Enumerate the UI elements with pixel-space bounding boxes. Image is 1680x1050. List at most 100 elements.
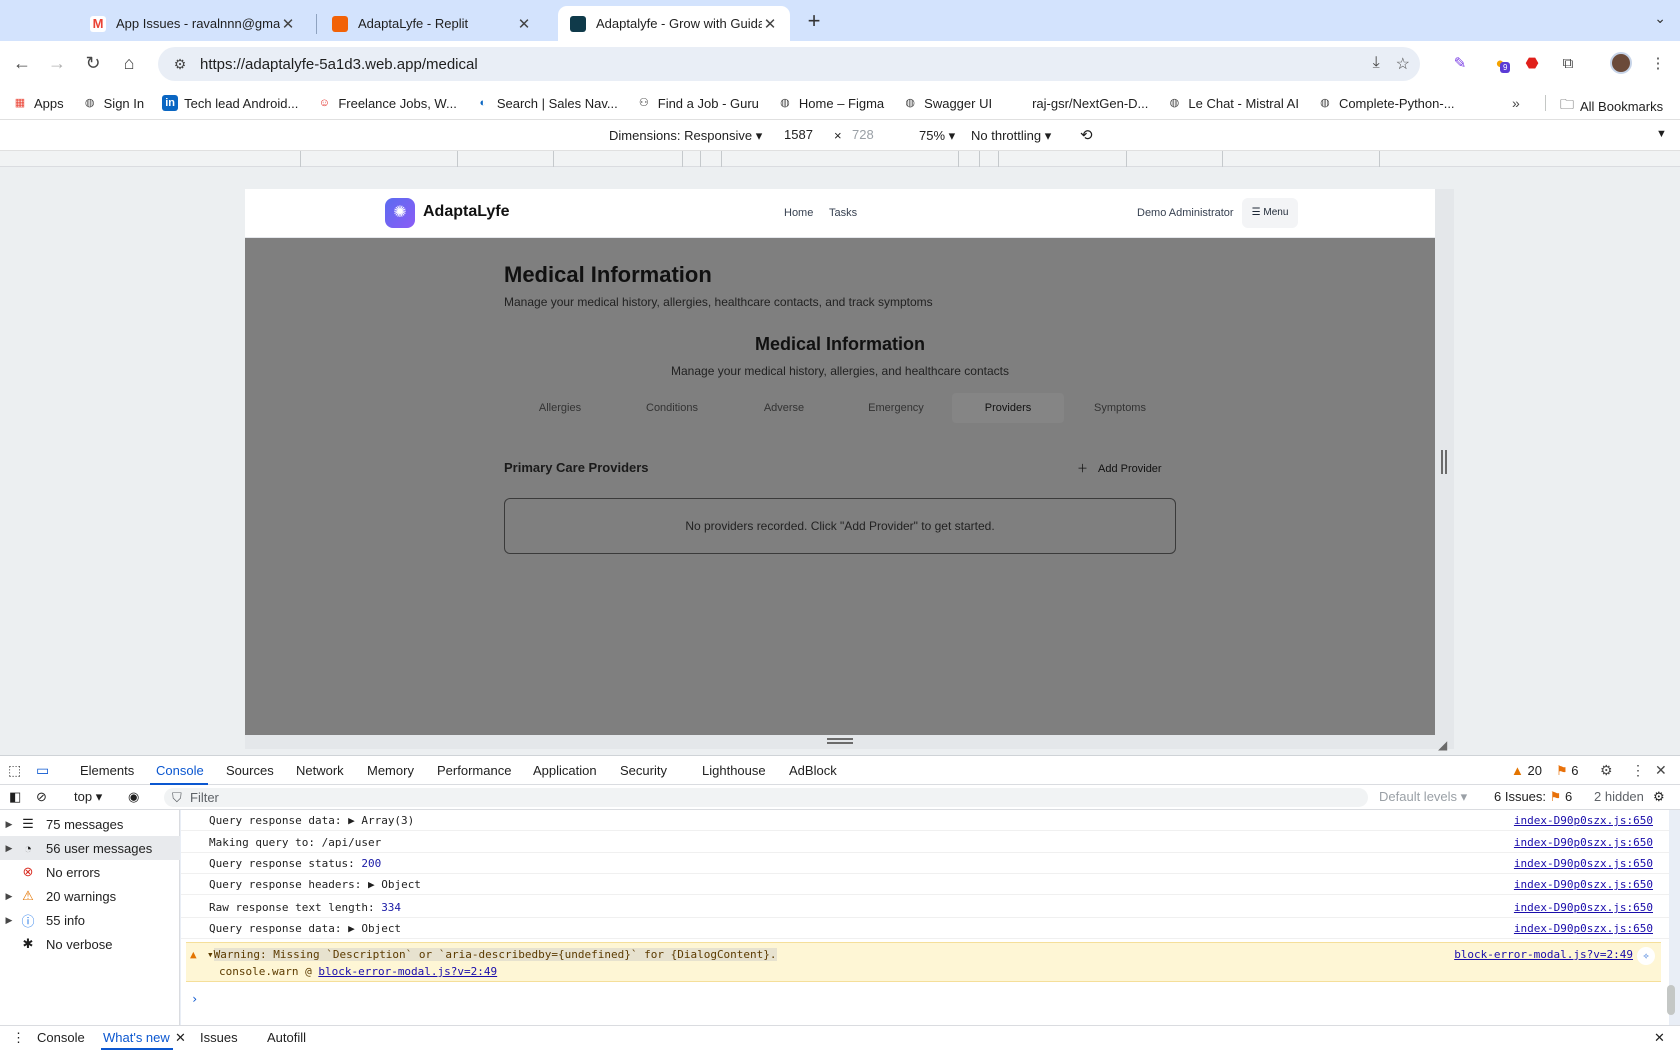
drawer-tab-console[interactable]: Console <box>37 1030 85 1045</box>
log-source-link[interactable]: index-D90p0szx.js:650 <box>1514 836 1653 849</box>
home-icon[interactable]: ⌂ <box>117 52 141 76</box>
warnings-counter[interactable]: ▲ 20 <box>1511 763 1542 778</box>
bookmark-nextgen[interactable]: raj-gsr/NextGen-D... <box>1010 95 1148 111</box>
browser-tab-adaptalyfe[interactable]: Adaptalyfe - Grow with Guida ✕ <box>558 6 790 41</box>
panel-console[interactable]: Console <box>156 763 204 778</box>
live-expression-eye-icon[interactable]: ◉ <box>128 789 139 805</box>
tab-allergies[interactable]: Allergies <box>504 393 616 423</box>
sidebar-toggle-icon[interactable]: ◧ <box>9 789 21 805</box>
bookmark-figma[interactable]: ◍ Home – Figma <box>777 95 884 111</box>
extension-badge-icon[interactable]: ●9 <box>1488 52 1512 76</box>
width-input[interactable]: 1587 <box>780 125 832 145</box>
reload-icon[interactable]: ↻ <box>81 52 105 76</box>
kebab-menu-icon[interactable]: ⋮ <box>1646 52 1670 76</box>
close-icon[interactable]: ✕ <box>516 15 532 33</box>
sidebar-item-errors[interactable]: ⊗ No errors <box>0 860 180 884</box>
address-bar[interactable]: ⚙ https://adaptalyfe-5a1d3.web.app/medic… <box>158 47 1420 81</box>
panel-security[interactable]: Security <box>620 763 667 778</box>
bookmark-python[interactable]: ◍ Complete-Python-... <box>1317 95 1454 111</box>
tab-search-chevron-icon[interactable]: ⌄ <box>1654 10 1666 27</box>
log-source-link[interactable]: index-D90p0szx.js:650 <box>1514 922 1653 935</box>
dimensions-dropdown[interactable]: Dimensions: Responsive ▾ <box>609 128 762 144</box>
close-icon[interactable]: ✕ <box>280 15 296 33</box>
adblock-extension-icon[interactable]: ⬣ <box>1520 52 1544 76</box>
expand-caret-icon[interactable]: ▶ <box>0 891 18 902</box>
drawer-tab-whats-new[interactable]: What's new <box>103 1030 170 1045</box>
install-app-icon[interactable]: ⤓ <box>1373 54 1380 74</box>
bookmark-swagger[interactable]: ◍ Swagger UI <box>902 95 992 111</box>
close-drawer-icon[interactable]: ✕ <box>1654 1030 1665 1046</box>
panel-network[interactable]: Network <box>296 763 344 778</box>
expand-caret-icon[interactable]: ▶ <box>0 843 18 854</box>
url-text[interactable]: https://adaptalyfe-5a1d3.web.app/medical <box>200 56 478 73</box>
panel-adblock[interactable]: AdBlock <box>789 763 837 778</box>
log-source-link[interactable]: index-D90p0szx.js:650 <box>1514 878 1653 891</box>
user-name[interactable]: Demo Administrator <box>1137 207 1234 219</box>
browser-tab-replit[interactable]: AdaptaLyfe - Replit ✕ <box>320 6 544 41</box>
panel-performance[interactable]: Performance <box>437 763 511 778</box>
zoom-dropdown[interactable]: 75% ▾ <box>919 128 955 144</box>
bookmark-freelance[interactable]: ☺ Freelance Jobs, W... <box>316 95 457 111</box>
console-scrollbar[interactable] <box>1667 985 1675 1015</box>
kebab-menu-icon[interactable]: ⋮ <box>1631 762 1645 779</box>
bookmark-sign-in[interactable]: ◍ Sign In <box>82 95 144 111</box>
console-settings-gear-icon[interactable]: ⚙ <box>1653 789 1665 805</box>
throttling-dropdown[interactable]: No throttling ▾ <box>971 128 1051 144</box>
log-expandable[interactable]: ▶ Object <box>348 922 401 935</box>
site-info-icon[interactable]: ⚙ <box>164 56 196 73</box>
bookmark-apps[interactable]: ▦ Apps <box>12 95 64 111</box>
console-prompt-chevron-icon[interactable]: › <box>191 992 198 1006</box>
new-tab-button[interactable]: + <box>800 8 828 36</box>
bookmark-tech-lead[interactable]: in Tech lead Android... <box>162 95 298 111</box>
height-input[interactable]: 728 <box>848 125 900 145</box>
log-source-link[interactable]: index-D90p0szx.js:650 <box>1514 857 1653 870</box>
brand-name[interactable]: AdaptaLyfe <box>423 203 510 221</box>
star-bookmark-icon[interactable]: ☆ <box>1396 54 1410 74</box>
panel-sources[interactable]: Sources <box>226 763 274 778</box>
log-expandable[interactable]: ▶ Object <box>368 878 421 891</box>
resize-handle-right[interactable] <box>1435 189 1454 735</box>
close-icon[interactable]: ✕ <box>1655 762 1667 779</box>
warning-source-link[interactable]: block-error-modal.js?v=2:49 <box>1454 948 1633 961</box>
menu-button[interactable]: ☰ Menu <box>1242 198 1298 228</box>
bookmark-sales-nav[interactable]: ◐ Search | Sales Nav... <box>475 95 618 111</box>
drawer-tab-autofill[interactable]: Autofill <box>267 1030 306 1045</box>
tab-symptoms[interactable]: Symptoms <box>1064 393 1176 423</box>
resize-handle-bottom[interactable] <box>245 735 1454 749</box>
expand-caret-icon[interactable]: ▶ <box>0 819 18 830</box>
drawer-kebab-icon[interactable]: ⋮ <box>12 1030 25 1046</box>
device-options-chevron-icon[interactable]: ▼ <box>1656 128 1667 140</box>
panel-application[interactable]: Application <box>533 763 597 778</box>
bookmark-guru[interactable]: ⚇ Find a Job - Guru <box>636 95 759 111</box>
warning-message[interactable]: ▾Warning: Missing `Description` or `aria… <box>207 948 777 961</box>
sidebar-item-warnings[interactable]: ▶ ⚠ 20 warnings <box>0 884 180 908</box>
close-icon[interactable]: ✕ <box>762 15 778 33</box>
inspect-element-icon[interactable]: ⬚ <box>8 762 21 779</box>
modal-overlay[interactable]: Medical Information Manage your medical … <box>245 238 1435 735</box>
tab-providers[interactable]: Providers <box>952 393 1064 423</box>
panel-memory[interactable]: Memory <box>367 763 414 778</box>
issues-link[interactable]: 6 Issues: ⚑ 6 <box>1494 789 1572 805</box>
add-provider-button[interactable]: ＋ Add Provider <box>1077 460 1162 476</box>
pen-extension-icon[interactable]: ✎ <box>1448 52 1472 76</box>
drawer-tab-issues[interactable]: Issues <box>200 1030 238 1045</box>
media-query-bar[interactable] <box>0 151 1680 167</box>
browser-tab-gmail[interactable]: M App Issues - ravalnnn@gmail ✕ <box>78 6 308 41</box>
settings-gear-icon[interactable]: ⚙ <box>1600 762 1613 779</box>
expand-caret-icon[interactable]: ▶ <box>0 915 18 926</box>
log-source-link[interactable]: index-D90p0szx.js:650 <box>1514 814 1653 827</box>
sidebar-item-user-messages[interactable]: ▶ ◔ 56 user messages <box>0 836 180 860</box>
stack-link[interactable]: block-error-modal.js?v=2:49 <box>318 965 497 978</box>
clear-console-icon[interactable]: ⊘ <box>36 789 47 805</box>
panel-lighthouse[interactable]: Lighthouse <box>702 763 766 778</box>
sidebar-item-messages[interactable]: ▶ ☰ 75 messages <box>0 812 180 836</box>
device-toggle-icon[interactable]: ▭ <box>36 762 49 779</box>
rotate-icon[interactable]: ⟲ <box>1080 126 1093 144</box>
forward-arrow-icon[interactable]: → <box>45 52 69 76</box>
close-icon[interactable]: ✕ <box>175 1030 186 1046</box>
tab-conditions[interactable]: Conditions <box>616 393 728 423</box>
sidebar-item-verbose[interactable]: ✱ No verbose <box>0 932 180 956</box>
log-levels-dropdown[interactable]: Default levels ▾ <box>1379 789 1467 805</box>
bookmarks-overflow-icon[interactable]: » <box>1512 95 1520 111</box>
sidebar-item-info[interactable]: ▶ ⓘ 55 info <box>0 908 180 932</box>
